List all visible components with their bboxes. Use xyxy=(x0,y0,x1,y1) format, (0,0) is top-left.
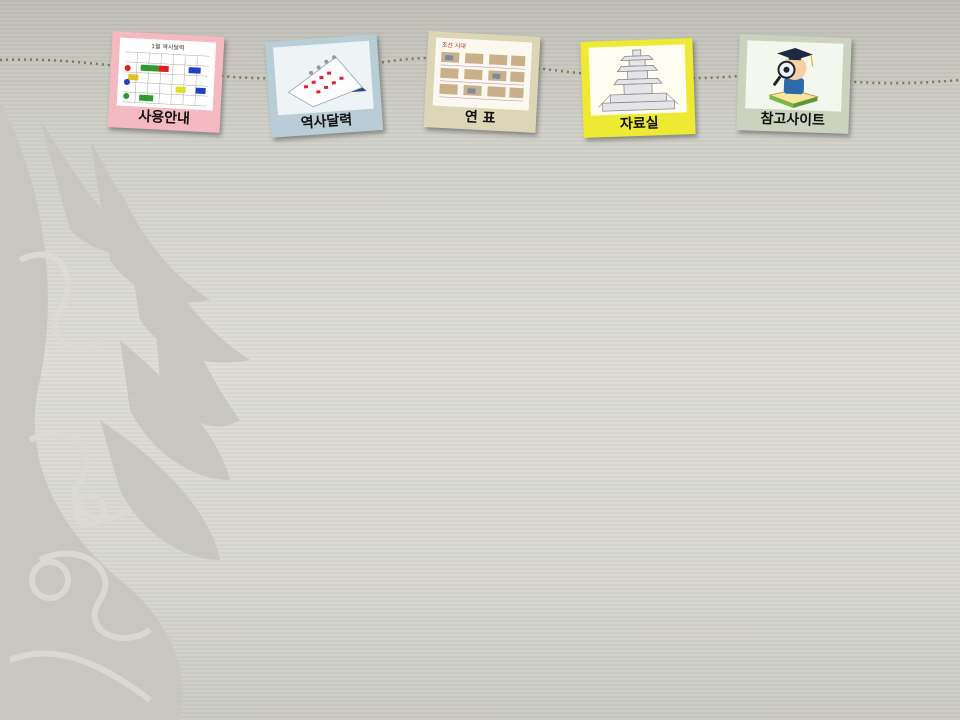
links-thumbnail xyxy=(745,40,844,112)
calendar-thumbnail xyxy=(273,40,374,116)
nav-card-links[interactable]: 참고사이트 xyxy=(736,34,852,134)
nav-card-calendar[interactable]: 역사달력 xyxy=(264,34,384,138)
main-background: 1월 역사달력 사용안내 역사달력 조선 시대 연 표 자료실 참고사이트 xyxy=(0,0,960,720)
nav-card-links-label: 참고사이트 xyxy=(760,110,826,130)
graduate-magnifier-icon xyxy=(768,48,819,108)
nav-card-archive[interactable]: 자료실 xyxy=(580,38,696,138)
pagoda-icon xyxy=(598,49,679,112)
timeline-poster-icon: 조선 시대 xyxy=(432,37,533,111)
svg-text:조선 시대: 조선 시대 xyxy=(442,41,466,50)
calendar-table-icon: 1월 역사달력 xyxy=(116,37,217,111)
nav-card-timeline[interactable]: 조선 시대 연 표 xyxy=(423,31,541,133)
nav-card-guide[interactable]: 1월 역사달력 사용안내 xyxy=(107,31,225,133)
decorative-ornament xyxy=(0,100,250,720)
timeline-thumbnail: 조선 시대 xyxy=(432,37,533,111)
guide-thumbnail: 1월 역사달력 xyxy=(116,37,217,111)
archive-thumbnail xyxy=(588,44,687,116)
desk-calendar-icon xyxy=(287,55,367,108)
nav-card-archive-label: 자료실 xyxy=(619,115,659,133)
